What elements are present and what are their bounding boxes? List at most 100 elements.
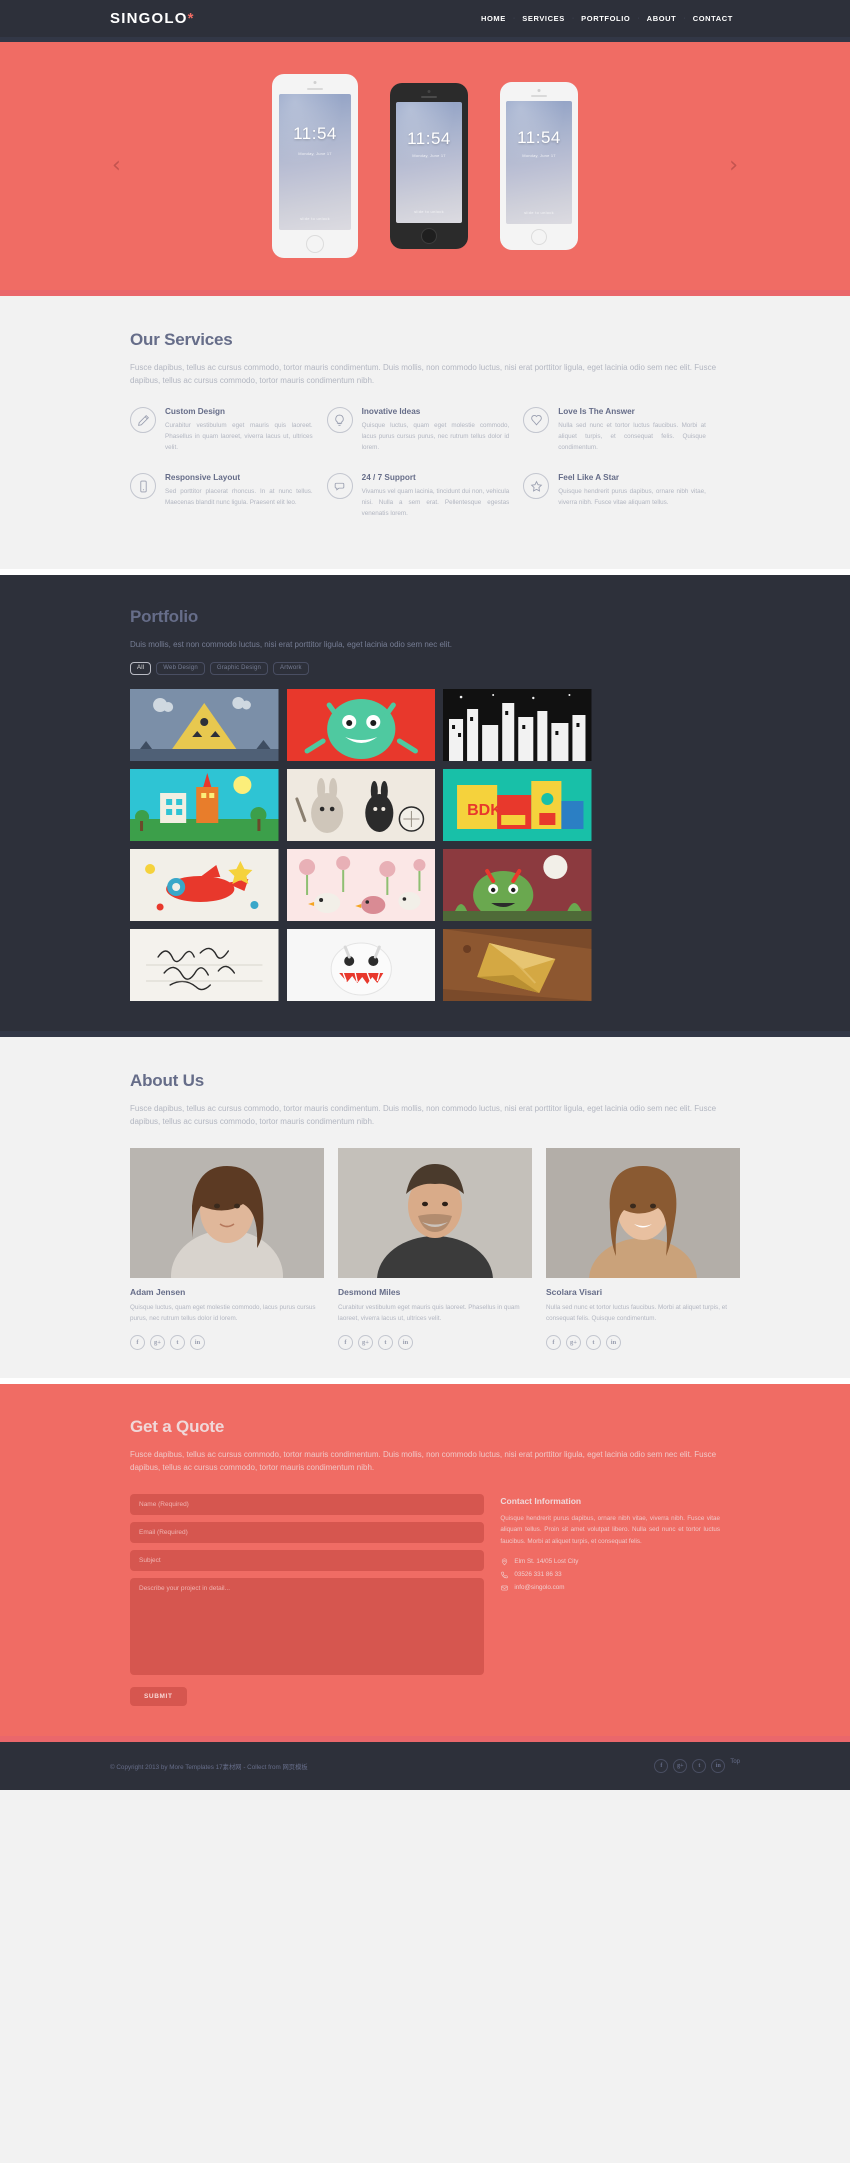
portfolio-item-gold-wrap-artwork[interactable] [443, 928, 592, 1001]
service-item-custom-design[interactable]: Custom Design Curabitur vestibulum eget … [130, 407, 327, 453]
google-plus-icon[interactable]: g+ [566, 1334, 581, 1350]
phone-date: Monday, June 17 [522, 152, 556, 158]
portfolio-item-birds-flowers-artwork[interactable] [286, 848, 435, 921]
contact-email[interactable]: info@singolo.com [514, 1584, 564, 1591]
service-text: Nulla sed nunc et tortor luctus faucibus… [558, 422, 706, 452]
twitter-icon[interactable]: t [378, 1334, 393, 1350]
service-item-inovative-ideas[interactable]: Inovative Ideas Quisque luctus, quam ege… [326, 407, 524, 453]
quote-title: Get a Quote [130, 1416, 225, 1436]
portfolio-item-black-white-city-artwork[interactable] [443, 688, 592, 761]
portfolio-item-bdk-blocks-artwork[interactable]: BDK [443, 768, 592, 841]
twitter-icon[interactable]: t [170, 1334, 185, 1350]
google-plus-icon[interactable]: g+ [673, 1759, 688, 1774]
twitter-icon[interactable]: t [692, 1759, 707, 1774]
portfolio-item-white-monster-artwork[interactable] [286, 928, 435, 1001]
service-title: 24 / 7 Support [361, 473, 416, 483]
google-plus-icon[interactable]: g+ [358, 1334, 373, 1350]
service-title: Love Is The Answer [558, 407, 635, 417]
twitter-icon[interactable]: t [586, 1334, 601, 1350]
pencil-icon [130, 407, 156, 434]
portfolio-item-handwriting-artwork[interactable] [130, 928, 279, 1001]
copyright-text: © Copyright 2013 by More Templates 17素材网… [110, 1763, 308, 1771]
envelope-icon [500, 1584, 508, 1592]
slider-prev-arrow-icon[interactable]: ‹ [112, 155, 121, 177]
services-description: Fusce dapibus, tellus ac cursus commodo,… [130, 363, 717, 386]
phone-screen-1: 11:54 Monday, June 17 slide to unlock [279, 94, 351, 230]
star-icon [523, 473, 550, 500]
phone-camera-icon [537, 89, 541, 92]
phone-unlock-text: slide to unlock [414, 209, 444, 214]
service-item-feel-like-a-star[interactable]: Feel Like A Star Quisque hendrerit purus… [523, 473, 720, 519]
service-text: Curabitur vestibulum eget mauris quis la… [165, 422, 313, 452]
team-member-photo [338, 1148, 532, 1279]
page-root: SINGOLO* HOME · SERVICES · PORTFOLIO · A… [0, 0, 850, 1791]
linkedin-icon[interactable]: in [398, 1334, 413, 1350]
team-member-name: Scolara Visari [546, 1287, 603, 1298]
service-text: Quisque hendrerit purus dapibus, ornare … [558, 488, 706, 507]
slider-next-arrow-icon[interactable]: › [729, 155, 738, 177]
linkedin-icon[interactable]: in [190, 1334, 205, 1350]
phone-mockup-3: 11:54 Monday, June 17 slide to unlock [500, 82, 578, 250]
portfolio-item-green-beast-artwork[interactable] [443, 848, 592, 921]
phone-home-button-icon [421, 228, 437, 244]
quote-description: Fusce dapibus, tellus ac cursus commodo,… [130, 1449, 717, 1472]
linkedin-icon[interactable]: in [606, 1334, 621, 1350]
facebook-icon[interactable]: f [338, 1334, 353, 1350]
service-item-24-7-support[interactable]: 24 / 7 Support Vivamus vel quam lacinia,… [326, 473, 524, 519]
phone-unlock-text: slide to unlock [300, 216, 330, 221]
phone-speaker-icon [307, 88, 323, 90]
site-logo[interactable]: SINGOLO* [110, 10, 195, 27]
portfolio-filter-web-design[interactable]: Web Design [156, 661, 205, 675]
portfolio-filters: All Web Design Graphic Design Artwork [130, 661, 720, 675]
nav-item-contact[interactable]: CONTACT [686, 14, 740, 23]
nav-item-about[interactable]: ABOUT [640, 14, 684, 23]
team-list: Adam Jensen Quisque luctus, quam eget mo… [130, 1148, 740, 1350]
message-textarea[interactable] [130, 1578, 485, 1676]
portfolio-section: Portfolio Duis mollis, est non commodo l… [0, 575, 850, 1037]
service-text: Vivamus vel quam lacinia, tincidunt dui … [361, 488, 510, 518]
portfolio-filter-graphic-design[interactable]: Graphic Design [209, 661, 269, 675]
nav-item-portfolio[interactable]: PORTFOLIO [574, 14, 637, 23]
portfolio-item-red-plane-artwork[interactable] [130, 848, 279, 921]
phone-camera-icon [427, 90, 431, 93]
phone-icon [130, 473, 156, 500]
contact-phone-line: 03526 331 86 33 [500, 1571, 720, 1579]
portfolio-filter-artwork[interactable]: Artwork [273, 661, 309, 675]
team-member-name: Adam Jensen [130, 1287, 186, 1298]
name-input[interactable] [130, 1494, 485, 1516]
team-member-adam-jensen: Adam Jensen Quisque luctus, quam eget mo… [130, 1148, 324, 1350]
back-to-top-button[interactable]: Top [730, 1759, 740, 1773]
portfolio-description: Duis mollis, est non commodo luctus, nis… [130, 640, 452, 650]
team-member-photo [546, 1148, 740, 1279]
google-plus-icon[interactable]: g+ [150, 1334, 165, 1350]
portfolio-item-robot-city-artwork[interactable] [130, 768, 279, 841]
team-member-bio: Quisque luctus, quam eget molestie commo… [130, 1304, 316, 1323]
contact-phone[interactable]: 03526 331 86 33 [514, 1571, 561, 1578]
team-member-scolara-visari: Scolara Visari Nulla sed nunc et tortor … [546, 1148, 740, 1350]
service-item-love-is-the-answer[interactable]: Love Is The Answer Nulla sed nunc et tor… [523, 407, 720, 453]
facebook-icon[interactable]: f [130, 1334, 145, 1350]
nav-item-services[interactable]: SERVICES [515, 14, 572, 23]
phone-camera-icon [313, 81, 317, 84]
phone-screen-3: 11:54 Monday, June 17 slide to unlock [506, 101, 572, 224]
contact-address: Elm St. 14/05 Lost City [514, 1558, 579, 1566]
submit-button[interactable]: SUBMIT [130, 1687, 187, 1707]
portfolio-item-green-monster-artwork[interactable] [286, 688, 435, 761]
team-member-bio: Curabitur vestibulum eget mauris quis la… [338, 1304, 520, 1323]
portfolio-item-triangle-pyramid-artwork[interactable] [130, 688, 279, 761]
email-input[interactable] [130, 1522, 485, 1544]
nav-item-home[interactable]: HOME [474, 14, 513, 23]
contact-address-line: Elm St. 14/05 Lost City [500, 1558, 720, 1566]
lightbulb-icon [326, 407, 353, 434]
service-item-responsive-layout[interactable]: Responsive Layout Sed porttitor placerat… [130, 473, 327, 519]
service-text: Quisque luctus, quam eget molestie commo… [361, 422, 510, 452]
portfolio-title: Portfolio [130, 607, 199, 627]
portfolio-item-rabbit-tennis-artwork[interactable] [286, 768, 435, 841]
facebook-icon[interactable]: f [546, 1334, 561, 1350]
phone-home-button-icon [531, 229, 547, 245]
facebook-icon[interactable]: f [654, 1759, 669, 1774]
phone-screen-2: 11:54 Monday, June 17 slide to unlock [396, 102, 462, 223]
portfolio-filter-all[interactable]: All [130, 661, 152, 675]
linkedin-icon[interactable]: in [711, 1759, 726, 1774]
subject-input[interactable] [130, 1550, 485, 1572]
